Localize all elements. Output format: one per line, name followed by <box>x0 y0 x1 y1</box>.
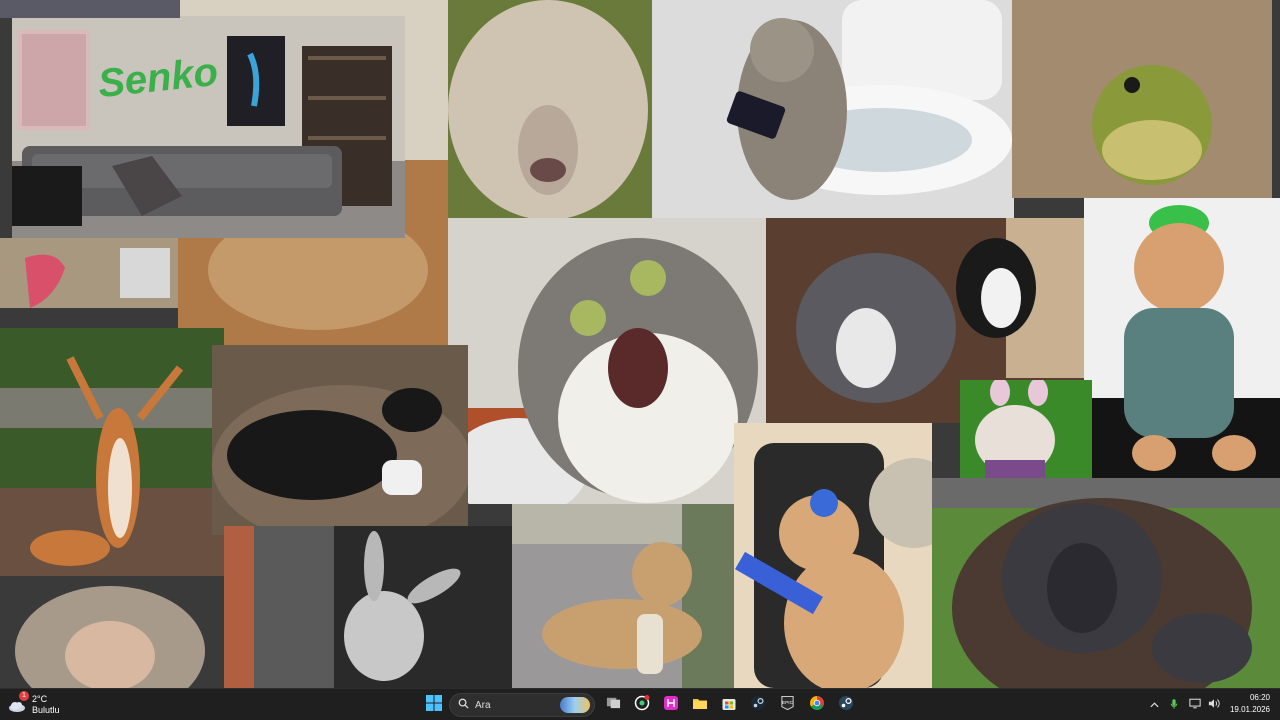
epic-games-button[interactable]: EPIC <box>774 692 800 718</box>
steam-alt-icon <box>838 695 854 716</box>
search-icon <box>458 698 469 712</box>
weather-temperature: 2°C <box>32 694 48 704</box>
steam-button[interactable] <box>745 692 771 718</box>
gamer-cat-photo <box>734 423 932 688</box>
cat-toilet-photo <box>652 0 1014 218</box>
epic-games-icon: EPIC <box>780 695 795 716</box>
chrome-icon <box>809 695 825 716</box>
folder-icon <box>692 695 708 716</box>
task-view-button[interactable] <box>600 692 626 718</box>
file-explorer-button[interactable] <box>687 692 713 718</box>
squirrel-photo <box>0 328 224 576</box>
start-button[interactable] <box>421 692 447 718</box>
volume-icon <box>1208 698 1220 712</box>
chrome-button[interactable] <box>804 692 830 718</box>
recorder-icon <box>634 694 650 716</box>
hat-cat-photo <box>1084 198 1280 478</box>
microphone-icon <box>1170 698 1178 713</box>
background-strip-photo <box>0 0 180 18</box>
dog-photo <box>512 504 734 688</box>
shoe-photo <box>0 238 178 308</box>
search-highlight-icon <box>560 697 590 713</box>
weather-condition: Bulutlu <box>32 705 60 715</box>
task-view-icon <box>606 695 621 715</box>
orangutan-photo <box>932 478 1280 688</box>
display-icon <box>1189 698 1201 712</box>
black-dog-photo <box>212 345 468 535</box>
monkey-photo <box>0 576 224 688</box>
microphone-button[interactable] <box>1167 693 1181 717</box>
taskbar-search-box[interactable]: Ara <box>449 693 595 717</box>
chevron-up-icon <box>1149 700 1159 711</box>
volume-button[interactable] <box>1207 693 1221 717</box>
frog-photo <box>1012 0 1272 198</box>
display-button[interactable] <box>1188 693 1202 717</box>
clock-time: 06:20 <box>1249 693 1270 702</box>
windows-logo-icon <box>426 694 442 716</box>
clock[interactable]: 06:20 19.01.2026 <box>1230 692 1270 716</box>
svg-text:EPIC: EPIC <box>782 699 794 704</box>
steam-secondary-button[interactable] <box>833 692 859 718</box>
donkey-photo <box>224 526 512 688</box>
store-icon <box>721 695 737 716</box>
clock-date: 19.01.2026 <box>1229 705 1270 714</box>
recorder-app-button[interactable] <box>629 692 655 718</box>
bunny-dog-photo <box>960 380 1092 478</box>
search-placeholder: Ara <box>475 699 491 711</box>
weather-notification-badge: 1 <box>19 691 29 701</box>
pink-app-icon <box>663 695 679 716</box>
steam-icon <box>750 695 766 716</box>
tray-overflow-button[interactable] <box>1147 693 1161 717</box>
room-photo: Senko <box>12 16 405 238</box>
taskbar: 2°C Bulutlu 1 Ara EPIC 06:20 19.01.2026 <box>0 688 1280 720</box>
sheep-photo <box>448 0 652 218</box>
weather-widget[interactable]: 2°C Bulutlu <box>8 691 60 719</box>
microsoft-store-button[interactable] <box>716 692 742 718</box>
shocked-cat-photo <box>448 218 766 504</box>
pink-app-button[interactable] <box>658 692 684 718</box>
